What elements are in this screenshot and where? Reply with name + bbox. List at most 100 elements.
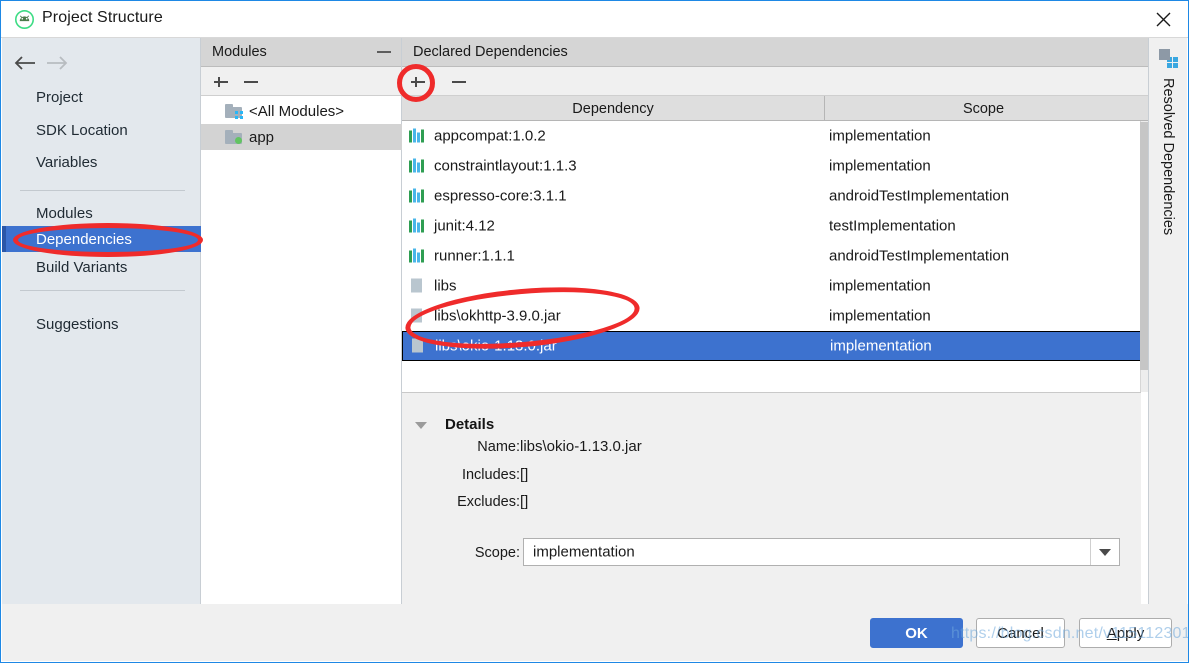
details-excludes-value: []	[520, 493, 529, 510]
remove-module-button[interactable]	[241, 72, 261, 92]
android-studio-icon	[15, 10, 34, 29]
nav-label: Suggestions	[36, 315, 119, 333]
modules-header-label: Modules	[212, 44, 267, 60]
column-header-scope[interactable]: Scope	[826, 96, 1141, 121]
jar-icon	[409, 278, 424, 294]
nav-divider	[20, 190, 185, 191]
resolved-dependencies-tab-strip: Resolved Dependencies	[1148, 38, 1187, 606]
table-row[interactable]: runner:1.1.1 androidTestImplementation	[402, 241, 1141, 271]
dependency-scope: androidTestImplementation	[829, 187, 1010, 205]
details-name-label: Name:	[477, 439, 520, 455]
details-includes-label: Includes:	[461, 467, 520, 483]
module-label: <All Modules>	[249, 102, 345, 120]
left-navigation: Project SDK Location Variables Modules D…	[2, 38, 203, 606]
nav-label: Variables	[36, 153, 98, 171]
nav-label: Project	[36, 88, 83, 106]
sidebar-item-suggestions[interactable]: Suggestions	[2, 311, 201, 337]
dependency-scope: implementation	[830, 337, 932, 355]
table-row[interactable]: libs implementation	[402, 271, 1141, 301]
dependency-scope: implementation	[829, 127, 931, 145]
dependency-name: libs\okio-1.13.0.jar	[435, 337, 557, 355]
table-row[interactable]: libs\okhttp-3.9.0.jar implementation	[402, 301, 1141, 331]
details-name-value: libs\okio-1.13.0.jar	[520, 438, 642, 455]
dependency-scope: androidTestImplementation	[829, 247, 1010, 265]
dependency-name: junit:4.12	[434, 217, 495, 235]
sidebar-item-variables[interactable]: Variables	[2, 149, 201, 175]
dependency-scope: implementation	[829, 277, 931, 295]
declared-dependencies-panel: Declared Dependencies Dependency Scope a…	[402, 38, 1150, 606]
dependencies-list: appcompat:1.0.2 implementation constrain…	[402, 121, 1141, 392]
sidebar-item-dependencies[interactable]: Dependencies	[2, 226, 203, 252]
ok-button[interactable]: OK	[870, 618, 963, 648]
details-scope-label: Scope:	[474, 545, 520, 561]
library-icon	[409, 248, 424, 264]
window-title: Project Structure	[42, 9, 163, 26]
title-bar: Project Structure	[1, 1, 1188, 38]
apply-button[interactable]: Apply	[1079, 618, 1172, 648]
back-arrow-icon[interactable]	[10, 50, 40, 76]
dependency-name: espresso-core:3.1.1	[434, 187, 567, 205]
nav-label: Build Variants	[36, 258, 128, 276]
add-module-button[interactable]	[211, 72, 231, 92]
nav-label: SDK Location	[36, 121, 128, 139]
details-section: Details Name: libs\okio-1.13.0.jar Inclu…	[402, 392, 1141, 606]
add-dependency-button[interactable]	[408, 72, 428, 92]
triangle-down-icon[interactable]	[415, 422, 427, 429]
dependency-name: constraintlayout:1.1.3	[434, 157, 577, 175]
minimize-icon[interactable]	[377, 51, 391, 53]
table-row[interactable]: constraintlayout:1.1.3 implementation	[402, 151, 1141, 181]
close-icon[interactable]	[1140, 1, 1186, 37]
nav-history-controls	[2, 46, 200, 80]
modules-panel: Modules <All Modules> app	[201, 38, 402, 606]
nav-label: Dependencies	[36, 230, 132, 248]
column-header-dependency[interactable]: Dependency	[402, 96, 825, 121]
deps-header-label: Declared Dependencies	[413, 44, 568, 60]
sidebar-item-modules[interactable]: Modules	[2, 200, 201, 226]
module-tree-item-all-modules[interactable]: <All Modules>	[201, 98, 402, 124]
jar-icon	[410, 338, 425, 354]
table-row[interactable]: appcompat:1.0.2 implementation	[402, 121, 1141, 151]
modules-panel-header: Modules	[201, 38, 401, 67]
library-icon	[409, 128, 424, 144]
nav-label: Modules	[36, 204, 93, 222]
table-row[interactable]: junit:4.12 testImplementation	[402, 211, 1141, 241]
library-icon	[409, 158, 424, 174]
table-row-selected[interactable]: libs\okio-1.13.0.jar implementation	[402, 331, 1141, 361]
dependency-name: appcompat:1.0.2	[434, 127, 546, 145]
module-label: app	[249, 128, 275, 146]
sidebar-item-sdk-location[interactable]: SDK Location	[2, 117, 201, 143]
cancel-button[interactable]: Cancel	[976, 618, 1065, 648]
chevron-down-icon[interactable]	[1090, 539, 1119, 565]
dependency-scope: implementation	[829, 307, 931, 325]
dependency-name: libs\okhttp-3.9.0.jar	[434, 307, 561, 325]
library-icon	[409, 218, 424, 234]
table-row[interactable]: espresso-core:3.1.1 androidTestImplement…	[402, 181, 1141, 211]
forward-arrow-icon[interactable]	[42, 50, 72, 76]
dependencies-toolbar	[402, 67, 1149, 96]
jar-icon	[409, 308, 424, 324]
dependency-name: runner:1.1.1	[434, 247, 515, 265]
modules-toolbar	[201, 67, 401, 96]
tab-resolved-dependencies[interactable]: Resolved Dependencies	[1160, 78, 1176, 235]
scope-dropdown-value: implementation	[533, 543, 635, 561]
details-title: Details	[445, 416, 495, 433]
apply-rest: pply	[1116, 624, 1145, 642]
module-tree-item-app[interactable]: app	[201, 124, 402, 150]
remove-dependency-button[interactable]	[449, 72, 469, 92]
resolved-dependencies-icon	[1159, 49, 1178, 68]
dependency-name: libs	[434, 277, 457, 295]
sidebar-item-project[interactable]: Project	[2, 84, 201, 110]
scope-dropdown[interactable]: implementation	[523, 538, 1120, 566]
nav-divider	[20, 290, 185, 291]
app-folder-icon	[225, 130, 242, 144]
project-structure-dialog: Project Structure Project SDK Location V…	[0, 0, 1189, 663]
declared-dependencies-header: Declared Dependencies	[402, 38, 1149, 67]
library-icon	[409, 188, 424, 204]
dependency-scope: testImplementation	[829, 217, 956, 235]
dialog-footer: OK Cancel Apply	[2, 604, 1188, 661]
sidebar-item-build-variants[interactable]: Build Variants	[2, 254, 201, 280]
details-excludes-label: Excludes:	[457, 494, 520, 510]
apply-mnemonic: A	[1106, 624, 1117, 642]
details-includes-value: []	[520, 466, 529, 483]
dependency-scope: implementation	[829, 157, 931, 175]
